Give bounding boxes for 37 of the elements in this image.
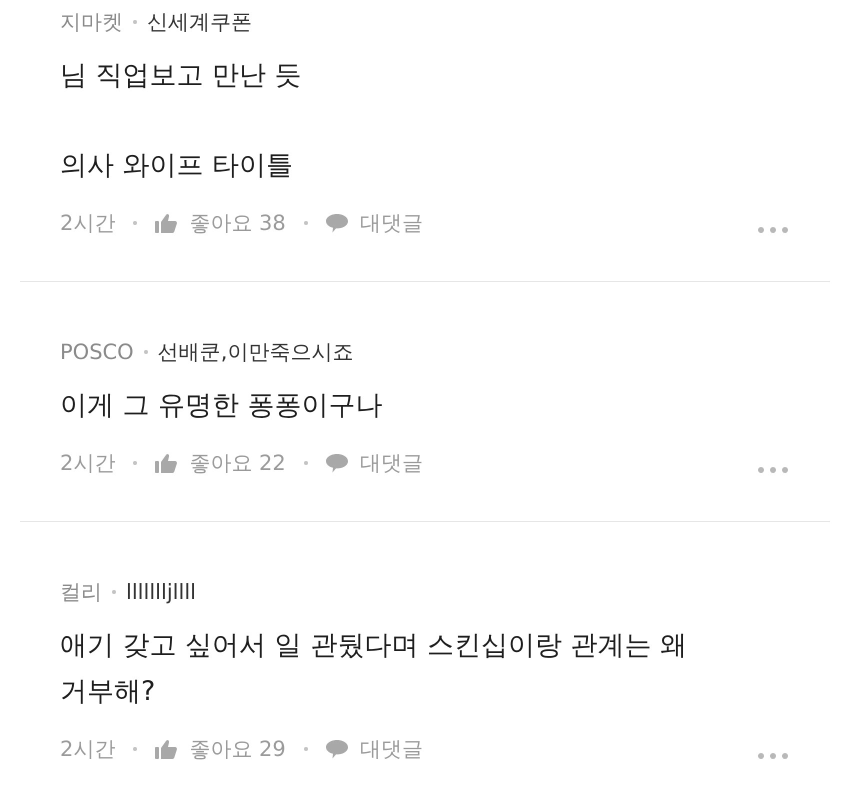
company-name: 지마켓 (60, 9, 123, 36)
reply-button[interactable]: 대댓글 (326, 209, 423, 237)
reply-button[interactable]: 대댓글 (326, 449, 423, 477)
more-dots-icon (758, 467, 788, 473)
separator-dot-icon (304, 461, 308, 465)
user-nickname: 신세계쿠폰 (147, 9, 252, 36)
separator-dot-icon (144, 350, 148, 354)
comment-text: 님 직업보고 만난 듯 (60, 59, 303, 93)
thumbs-up-icon (155, 453, 178, 473)
more-dots-icon (758, 227, 788, 233)
comment-time: 2시간 (60, 450, 116, 477)
like-button[interactable]: 좋아요 22 (155, 449, 286, 477)
comment-time: 2시간 (60, 736, 116, 763)
separator-dot-icon (133, 461, 138, 465)
company-name: POSCO (60, 340, 134, 364)
user-nickname: llllllljllll (126, 580, 196, 604)
separator-dot-icon (133, 20, 137, 24)
comment-text: 이게 그 유명한 퐁퐁이구나 (60, 389, 384, 423)
reply-button[interactable]: 대댓글 (326, 735, 423, 763)
comment-time: 2시간 (60, 210, 116, 237)
separator-dot-icon (304, 747, 308, 751)
separator-dot-icon (304, 221, 308, 225)
more-dots-icon (758, 753, 788, 759)
thumbs-up-icon (155, 213, 178, 233)
speech-bubble-icon (326, 453, 348, 473)
comment-text: 애기 갖고 싶어서 일 관뒀다며 스킨십이랑 관계는 왜 거부해? (60, 629, 688, 709)
speech-bubble-icon (326, 739, 348, 759)
separator-dot-icon (133, 221, 138, 225)
comment-text: 의사 와이프 타이틀 (60, 149, 294, 183)
like-button[interactable]: 좋아요 38 (155, 209, 286, 237)
like-button[interactable]: 좋아요 29 (155, 735, 286, 763)
speech-bubble-icon (326, 213, 348, 233)
thumbs-up-icon (155, 739, 178, 759)
separator-dot-icon (112, 590, 116, 594)
user-nickname: 선배쿤,이만죽으시죠 (158, 339, 354, 366)
separator-dot-icon (133, 747, 138, 751)
company-name: 컬리 (60, 579, 102, 606)
